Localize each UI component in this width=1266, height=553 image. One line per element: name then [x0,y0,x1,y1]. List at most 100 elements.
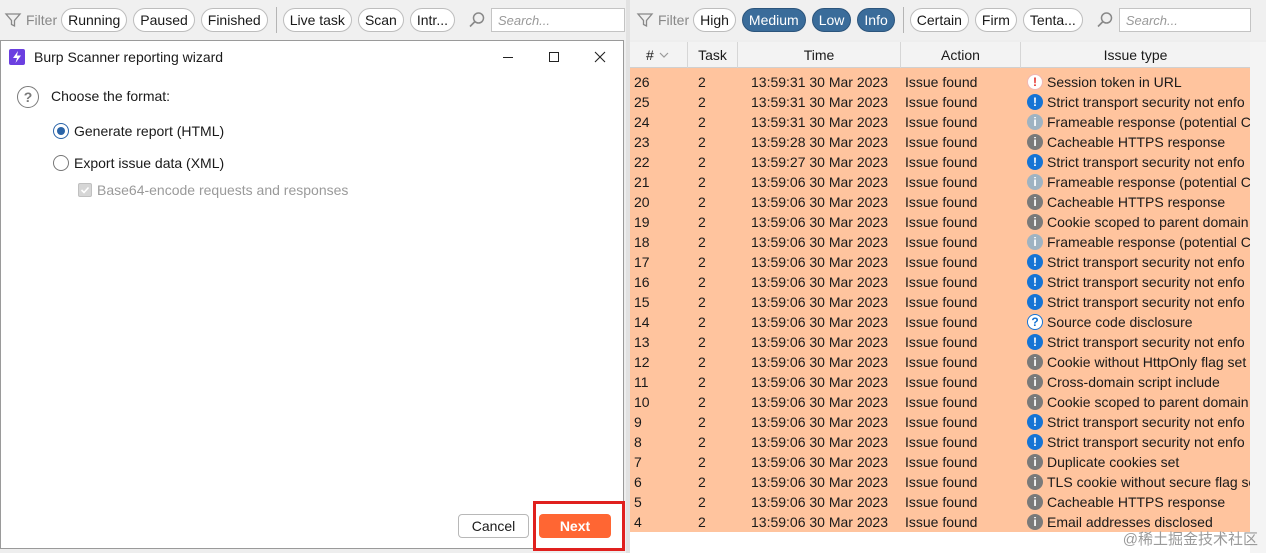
maximize-button[interactable] [531,41,577,73]
filter-firm[interactable]: Firm [974,8,1017,32]
filter-intruder[interactable]: Intr... [409,8,455,32]
window-controls [485,41,623,73]
filter-running[interactable]: Running [61,8,128,32]
left-search-input[interactable]: Search... [490,8,625,32]
cell-number: 17 [634,254,650,270]
cell-issue-type: ! Session token in URL [1021,74,1250,90]
table-row[interactable]: 15 2 13:59:06 30 Mar 2023 Issue found! Stric… [630,292,1250,312]
table-row[interactable]: 25 2 13:59:31 30 Mar 2023 Issue found! Stric… [630,92,1250,112]
cell-issue-type: i Cacheable HTTPS response [1021,194,1250,210]
table-row[interactable]: 22 2 13:59:27 30 Mar 2023 Issue found! Stric… [630,152,1250,172]
filter-separator [902,7,904,33]
table-row[interactable]: 17 2 13:59:06 30 Mar 2023 Issue found! Stric… [630,252,1250,272]
cell-time: 13:59:06 30 Mar 2023 [751,294,888,310]
cell-task: 2 [698,314,706,330]
table-row[interactable]: 18 2 13:59:06 30 Mar 2023 Issue found i Frame… [630,232,1250,252]
cell-issue-type: i Cross-domain script include [1021,374,1250,390]
table-row[interactable]: 26 2 13:59:31 30 Mar 2023 Issue found! Sessi… [630,72,1250,92]
cell-task: 2 [698,134,706,150]
filter-separator [275,7,277,33]
cell-time: 13:59:06 30 Mar 2023 [751,314,888,330]
table-row[interactable]: 5 2 13:59:06 30 Mar 2023 Issue found i Cachea… [630,492,1250,512]
maximize-icon [549,52,559,62]
issue-type-label: Strict transport security not enfo [1047,154,1245,170]
issue-type-label: Frameable response (potential Cli [1047,174,1250,190]
filter-medium[interactable]: Medium [741,8,806,32]
table-row[interactable]: 8 2 13:59:06 30 Mar 2023 Issue found! Strict… [630,432,1250,452]
filter-info[interactable]: Info [857,8,895,32]
filter-high[interactable]: High [693,8,736,32]
column-number[interactable]: # [630,42,688,68]
table-row[interactable]: 7 2 13:59:06 30 Mar 2023 Issue found i Duplic… [630,452,1250,472]
filter-icon[interactable] [636,11,654,29]
cell-number: 20 [634,194,650,210]
cell-number: 4 [634,514,642,530]
cell-action: Issue found [905,134,978,150]
filter-finished[interactable]: Finished [200,8,268,32]
table-row[interactable]: 20 2 13:59:06 30 Mar 2023 Issue found i Cache… [630,192,1250,212]
column-time[interactable]: Time [738,42,901,68]
option-base64-label: Base64-encode requests and responses [97,182,349,198]
table-scrollbar[interactable] [1250,42,1266,553]
filter-low[interactable]: Low [811,8,852,32]
table-row[interactable]: 19 2 13:59:06 30 Mar 2023 Issue found i Cooki… [630,212,1250,232]
table-row[interactable]: 14 2 13:59:06 30 Mar 2023 Issue found? Sourc… [630,312,1250,332]
cell-time: 13:59:06 30 Mar 2023 [751,334,888,350]
chevron-down-icon [659,52,669,58]
column-task[interactable]: Task [688,42,738,68]
table-row[interactable]: 6 2 13:59:06 30 Mar 2023 Issue found i TLS co… [630,472,1250,492]
burp-app-icon [9,48,25,65]
table-row[interactable]: 9 2 13:59:06 30 Mar 2023 Issue found! Strict… [630,412,1250,432]
table-row[interactable]: 11 2 13:59:06 30 Mar 2023 Issue found i Cross… [630,372,1250,392]
filter-certain[interactable]: Certain [909,8,969,32]
table-row[interactable]: 10 2 13:59:06 30 Mar 2023 Issue found i Cooki… [630,392,1250,412]
filter-scan[interactable]: Scan [357,8,404,32]
cell-action: Issue found [905,414,978,430]
cell-time: 13:59:06 30 Mar 2023 [751,234,888,250]
issue-type-label: Frameable response (potential Cli [1047,114,1250,130]
table-row[interactable]: 12 2 13:59:06 30 Mar 2023 Issue found i Cooki… [630,352,1250,372]
cell-action: Issue found [905,454,978,470]
column-issue-type[interactable]: Issue type [1021,42,1250,68]
cell-action: Issue found [905,314,978,330]
cell-issue-type: i Frameable response (potential Cli [1021,114,1250,130]
close-button[interactable] [577,41,623,73]
filter-live-task[interactable]: Live task [282,8,352,32]
cell-action: Issue found [905,274,978,290]
cell-number: 6 [634,474,642,490]
search-icon [1097,12,1113,28]
cell-task: 2 [698,174,706,190]
filter-paused[interactable]: Paused [133,8,195,32]
table-row[interactable]: 24 2 13:59:31 30 Mar 2023 Issue found i Frame… [630,112,1250,132]
cell-time: 13:59:06 30 Mar 2023 [751,174,888,190]
filter-tentative[interactable]: Tenta... [1022,8,1083,32]
option-export-xml[interactable]: Export issue data (XML) [53,155,224,171]
issue-type-label: Cross-domain script include [1047,374,1220,390]
right-search-input[interactable]: Search... [1118,8,1251,32]
table-row[interactable]: 13 2 13:59:06 30 Mar 2023 Issue found! Stric… [630,332,1250,352]
severity-medium-icon: ! [1027,294,1043,310]
filter-icon[interactable] [4,11,22,29]
radio-xml[interactable] [53,155,69,171]
column-action[interactable]: Action [901,42,1021,68]
severity-medium-icon: ! [1027,154,1043,170]
table-row[interactable]: 23 2 13:59:28 30 Mar 2023 Issue found i Cache… [630,132,1250,152]
cancel-button[interactable]: Cancel [458,514,529,538]
radio-html[interactable] [53,123,69,139]
option-generate-html[interactable]: Generate report (HTML) [53,123,224,139]
column-number-label: # [646,47,654,63]
help-icon[interactable]: ? [17,86,39,108]
cell-task: 2 [698,454,706,470]
cell-task: 2 [698,114,706,130]
table-row[interactable]: 16 2 13:59:06 30 Mar 2023 Issue found! Stric… [630,272,1250,292]
minimize-button[interactable] [485,41,531,73]
table-row[interactable]: 21 2 13:59:06 30 Mar 2023 Issue found i Frame… [630,172,1250,192]
cell-task: 2 [698,354,706,370]
cell-task: 2 [698,254,706,270]
issue-type-label: Strict transport security not enfo [1047,274,1245,290]
cell-task: 2 [698,414,706,430]
cell-number: 7 [634,454,642,470]
cell-issue-type: ! Strict transport security not enfo [1021,414,1250,430]
cell-action: Issue found [905,334,978,350]
cell-time: 13:59:28 30 Mar 2023 [751,134,888,150]
